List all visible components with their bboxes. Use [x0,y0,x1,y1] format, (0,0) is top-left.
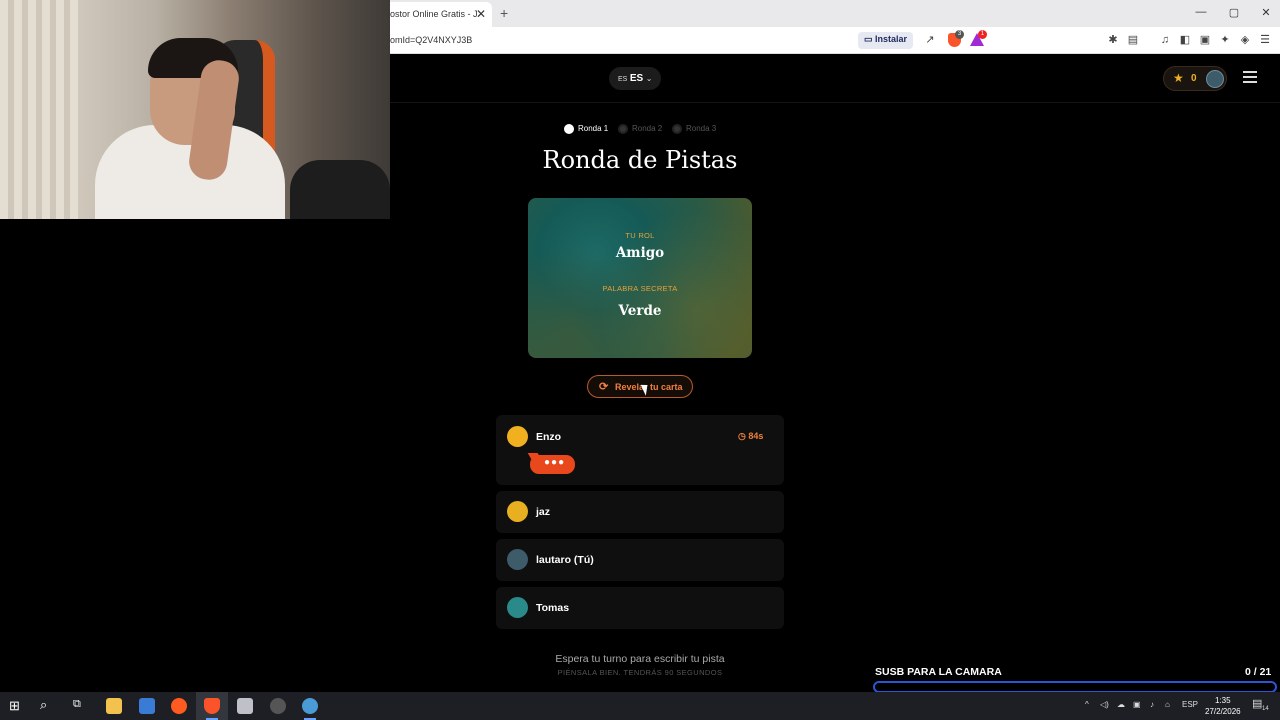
player-row: jaz [496,491,784,533]
install-label: Instalar [875,34,908,44]
language-indicator[interactable]: ESP [1182,700,1198,709]
round-indicator-1: Ronda 1 [564,124,608,134]
timer-value: 84s [748,431,764,441]
install-button[interactable]: ▭ Instalar [858,32,914,49]
round-active-dot-icon [564,124,574,134]
monitor-icon: ▭ [864,34,876,44]
subscriber-goal-label: SUSB PARA LA CAMARA [875,666,1002,678]
role-card: TU ROL Amigo PALABRA SECRETA Verde [528,198,752,358]
url-field[interactable]: omId=Q2V4NXYJ3B [390,35,472,45]
star-icon: ★ [1173,71,1184,85]
language-code: ES [629,73,644,84]
vpn-icon[interactable]: ◈ [1238,33,1252,47]
role-value: Amigo [615,245,665,261]
chevron-down-icon: ⌄ [645,74,653,83]
player-avatar [507,549,528,570]
tab-close-icon[interactable]: ✕ [476,7,486,21]
refresh-icon: ⟳ [599,381,609,393]
webcam-curtain [0,0,80,219]
notification-count: 14 [1262,706,1269,712]
round-label: Ronda 2 [632,124,663,134]
points-value: 0 [1191,73,1197,84]
wait-hint: PIÉNSALA BIEN. TENDRÁS 90 SEGUNDOS [557,668,723,677]
music-icon[interactable]: ♫ [1158,33,1172,47]
leo-ai-icon[interactable]: ✦ [1218,33,1232,47]
player-row-self: lautaro (Tú) [496,539,784,581]
windows-start-icon[interactable]: ⊞ [9,698,20,714]
network-icon[interactable]: ⌂ [1165,700,1170,709]
clock-date: 27/2/2026 [1205,707,1241,716]
capcut-icon[interactable] [237,698,253,714]
player-name: Enzo [536,431,562,443]
address-bar: omId=Q2V4NXYJ3B ▭ Instalar ↗ 3 1 ✱ ▤ ♫ ◧… [390,27,1280,54]
secret-word-value: Verde [618,303,662,319]
brave-rewards-badge: 1 [978,30,987,39]
notification-icon[interactable]: ▤ [1252,697,1262,710]
turn-timer: ◷ 84s [738,431,763,442]
language-selector[interactable]: ES ES ⌄ [609,67,661,90]
close-window-button[interactable]: ✕ [1256,6,1276,19]
minimize-button[interactable]: — [1191,6,1211,18]
player-name: jaz [536,506,551,518]
role-label: TU ROL [625,231,655,240]
obs-icon[interactable] [270,698,286,714]
store-icon[interactable] [139,698,155,714]
browser-menu-icon[interactable]: ☰ [1258,33,1272,47]
browser-tab-bar: ostor Online Gratis - J ✕ + — ▢ ✕ [390,0,1280,27]
clock-icon: ◷ [738,431,749,441]
language-flag-code: ES [618,76,628,83]
subscriber-goal-count: 0 / 21 [1245,666,1272,678]
reveal-card-button[interactable]: ⟳ Revelar tu carta [587,375,693,398]
round-indicator-3: Ronda 3 [672,124,716,134]
onedrive-icon[interactable]: ☁ [1117,700,1125,709]
file-explorer-icon[interactable] [106,698,122,714]
share-icon[interactable]: ↗ [923,33,937,47]
browser-tab-title: ostor Online Gratis - J [390,9,478,19]
maximize-button[interactable]: ▢ [1224,6,1244,19]
webcam-jacket [290,160,390,219]
player-avatar [507,597,528,618]
new-tab-button[interactable]: + [500,5,508,21]
extensions-icon[interactable]: ✱ [1106,33,1120,47]
player-row-active: Enzo ◷ 84s ●●● [496,415,784,485]
points-badge[interactable]: ★ 0 [1163,66,1227,91]
round-label: Ronda 3 [686,124,717,134]
brave-shields-badge: 3 [955,30,964,39]
page-title: Ronda de Pistas [542,146,738,174]
player-avatar [507,501,528,522]
volume-icon[interactable]: ◁) [1100,700,1109,709]
tray-chevron-icon[interactable]: ^ [1085,700,1089,709]
clock-time: 1:35 [1215,696,1231,705]
brave-browser-icon[interactable] [204,698,220,714]
wait-message: Espera tu turno para escribir tu pista [555,653,725,665]
microphone-icon[interactable]: ♪ [1150,700,1154,709]
app-icon[interactable] [302,698,318,714]
round-label: Ronda 1 [578,124,609,134]
system-clock[interactable]: 1:35 27/2/2026 [1205,695,1241,717]
crunchyroll-icon[interactable] [171,698,187,714]
typing-dots-icon: ●●● [544,457,566,468]
task-view-icon[interactable]: ⧉ [73,698,81,711]
windows-taskbar: ⊞ ⌕ ⧉ ^ ◁) ☁ ▣ ♪ ⌂ ESP 1:35 27/2/2026 ▤ … [0,692,1280,720]
user-avatar[interactable] [1206,70,1224,88]
hamburger-menu-icon[interactable] [1243,71,1257,83]
round-inactive-dot-icon [618,124,628,134]
round-inactive-dot-icon [672,124,682,134]
round-indicator-2: Ronda 2 [618,124,662,134]
secret-word-label: PALABRA SECRETA [602,284,678,293]
player-row: Tomas [496,587,784,629]
header-divider [390,102,1280,103]
tray-app-icon[interactable]: ▣ [1133,700,1141,709]
player-name: Tomas [536,602,570,614]
browser-tab[interactable]: ostor Online Gratis - J ✕ [390,2,492,27]
wallet-icon[interactable]: ▣ [1198,33,1212,47]
webcam-overlay [0,0,390,219]
player-avatar [507,426,528,447]
reader-icon[interactable]: ▤ [1126,33,1140,47]
card-texture [528,198,752,358]
search-icon[interactable]: ⌕ [40,697,47,713]
sidebar-icon[interactable]: ◧ [1178,33,1192,47]
player-name: lautaro (Tú) [536,554,594,566]
